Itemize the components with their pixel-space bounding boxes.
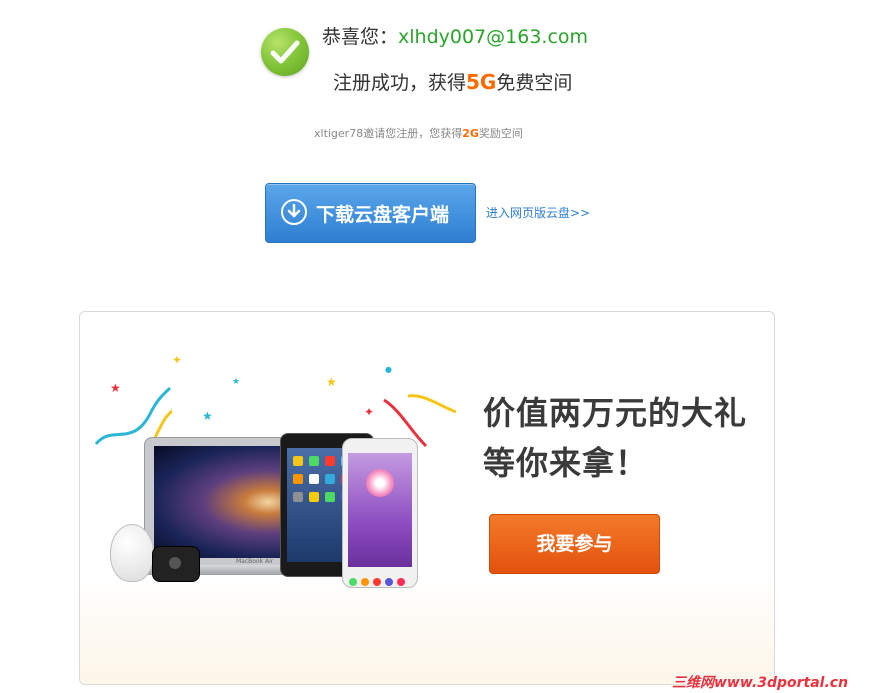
success-check-icon — [261, 28, 309, 76]
success-suffix: 免费空间 — [496, 72, 573, 94]
promo-banner: ★ ✦ ★ ★ ★ ✦ ● MacBook Air 价值两万元的大礼 等你来拿！… — [79, 311, 775, 685]
confetti-star-icon: ★ — [232, 377, 241, 387]
promo-title: 价值两万元的大礼 等你来拿！ — [483, 388, 747, 488]
join-button[interactable]: 我要参与 — [489, 514, 660, 574]
checkmark-icon — [270, 40, 300, 64]
promo-title-line2: 等你来拿！ — [483, 444, 649, 482]
download-client-button[interactable]: 下载云盘客户端 — [265, 183, 476, 243]
watermark: 三维网www.3dportal.cn — [672, 675, 849, 691]
invite-message: xltiger78邀请您注册，您获得2G奖励空间 — [314, 125, 523, 141]
success-prefix: 注册成功，获得 — [333, 72, 467, 94]
congrats-line: 恭喜您：xlhdy007@163.com — [322, 22, 588, 49]
success-message: 注册成功，获得5G免费空间 — [333, 68, 572, 95]
web-disk-link[interactable]: 进入网页版云盘>> — [486, 204, 590, 221]
confetti-star-icon: ✦ — [364, 405, 375, 419]
usb-drive-image — [152, 546, 200, 582]
congrats-prefix: 恭喜您： — [322, 26, 399, 48]
mouse-image — [110, 524, 154, 582]
user-email: xlhdy007@163.com — [398, 26, 589, 48]
confetti-star-icon: ● — [385, 365, 392, 374]
promo-title-line1: 价值两万元的大礼 — [483, 394, 748, 432]
confetti-star-icon: ★ — [326, 375, 337, 389]
laptop-brand: MacBook Air — [236, 558, 274, 565]
success-amount: 5G — [466, 70, 497, 94]
invite-amount: 2G — [462, 127, 479, 140]
download-icon — [281, 199, 307, 225]
phone-image — [342, 438, 418, 588]
invite-prefix: xltiger78邀请您注册，您获得 — [314, 127, 463, 140]
confetti-star-icon: ★ — [202, 409, 213, 423]
download-client-label: 下载云盘客户端 — [316, 204, 450, 226]
invite-suffix: 奖励空间 — [478, 127, 523, 140]
confetti-star-icon: ✦ — [172, 353, 183, 367]
